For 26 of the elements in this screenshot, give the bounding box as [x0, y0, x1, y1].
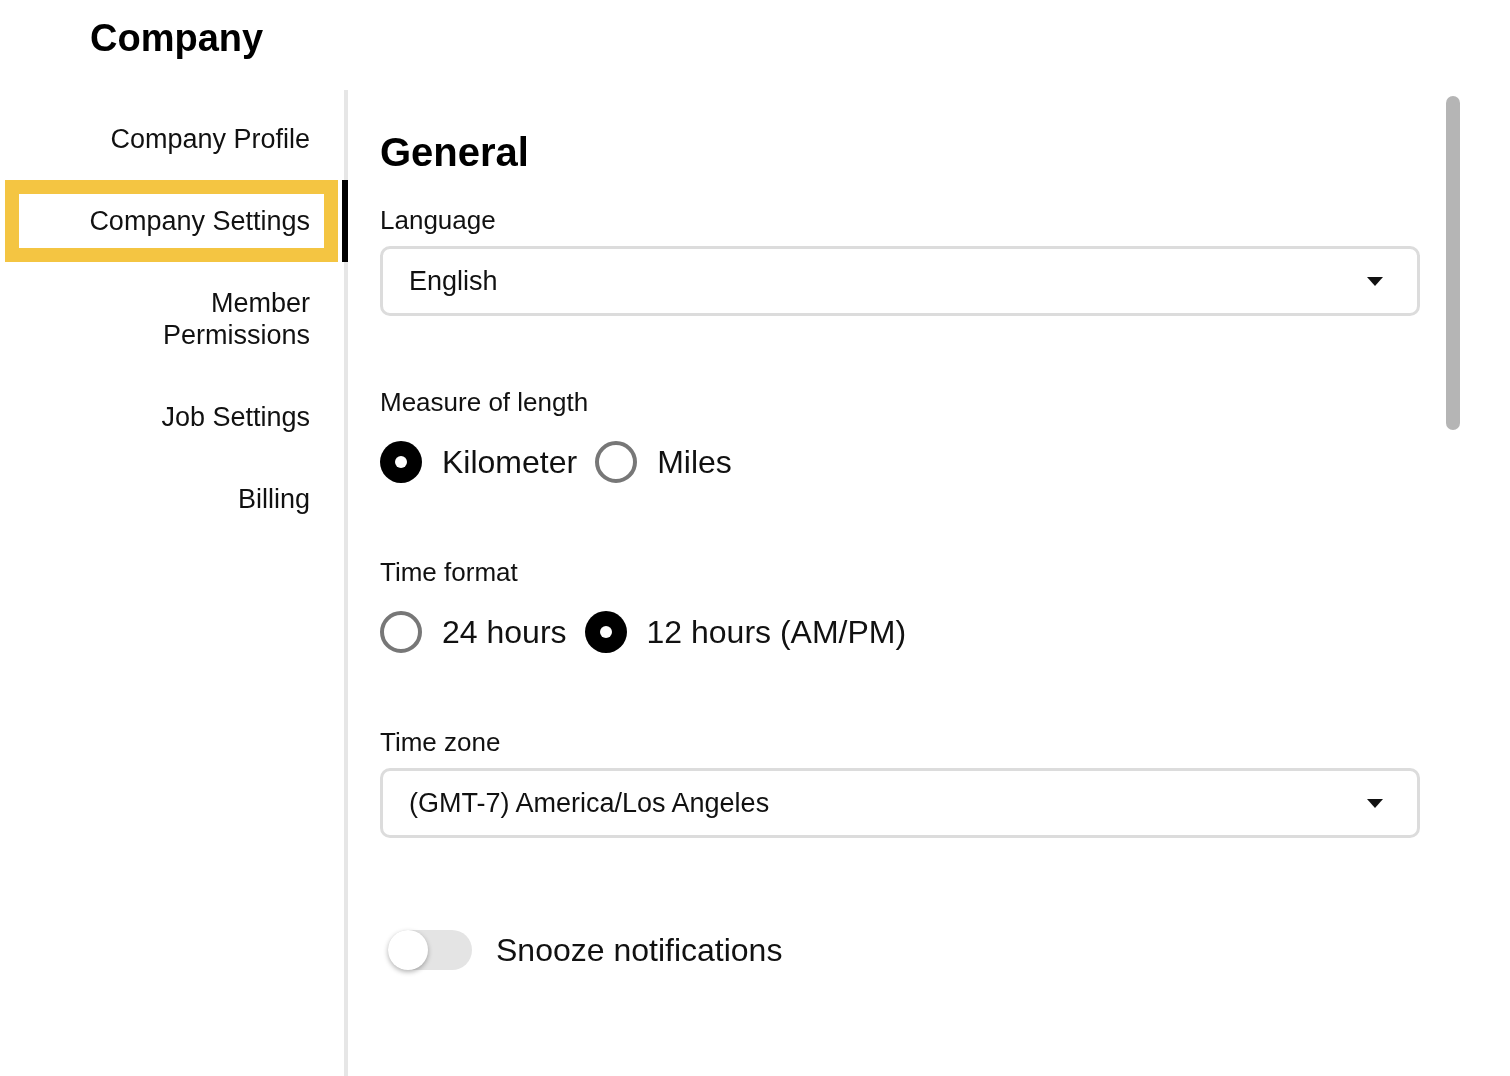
radio-label: 12 hours (AM/PM) — [646, 613, 907, 652]
caret-icon — [1367, 798, 1383, 808]
field-label: Language — [380, 204, 497, 236]
sidebar-item[interactable]: Billing — [5, 458, 338, 540]
dropdown[interactable]: English — [380, 246, 1420, 316]
field-label: Measure of length — [380, 386, 590, 418]
radio-label: Kilometer — [442, 443, 578, 482]
toggle-switch[interactable] — [388, 930, 472, 970]
field-label: Time zone — [380, 726, 502, 758]
section-heading: General — [380, 129, 530, 176]
sidebar-item[interactable]: Company Settings — [5, 180, 338, 262]
sidebar-item[interactable]: Member Permissions — [5, 262, 338, 376]
radio-label: Miles — [657, 443, 732, 482]
radio-button[interactable] — [595, 441, 638, 483]
field-label: Time format — [380, 556, 519, 588]
page-title: Company — [89, 16, 265, 61]
radio-button[interactable] — [380, 441, 422, 483]
sidebar-item[interactable]: Job Settings — [5, 376, 338, 458]
radio-button[interactable] — [380, 611, 422, 653]
caret-icon — [1367, 276, 1383, 286]
radio-label: 24 hours — [442, 613, 567, 652]
dropdown[interactable]: (GMT-7) America/Los Angeles — [380, 768, 1420, 838]
radio-button[interactable] — [584, 611, 627, 653]
scrollbar[interactable] — [1446, 96, 1460, 430]
toggle-label: Snooze notifications — [496, 931, 783, 970]
sidebar-item[interactable]: Company Profile — [5, 98, 338, 180]
